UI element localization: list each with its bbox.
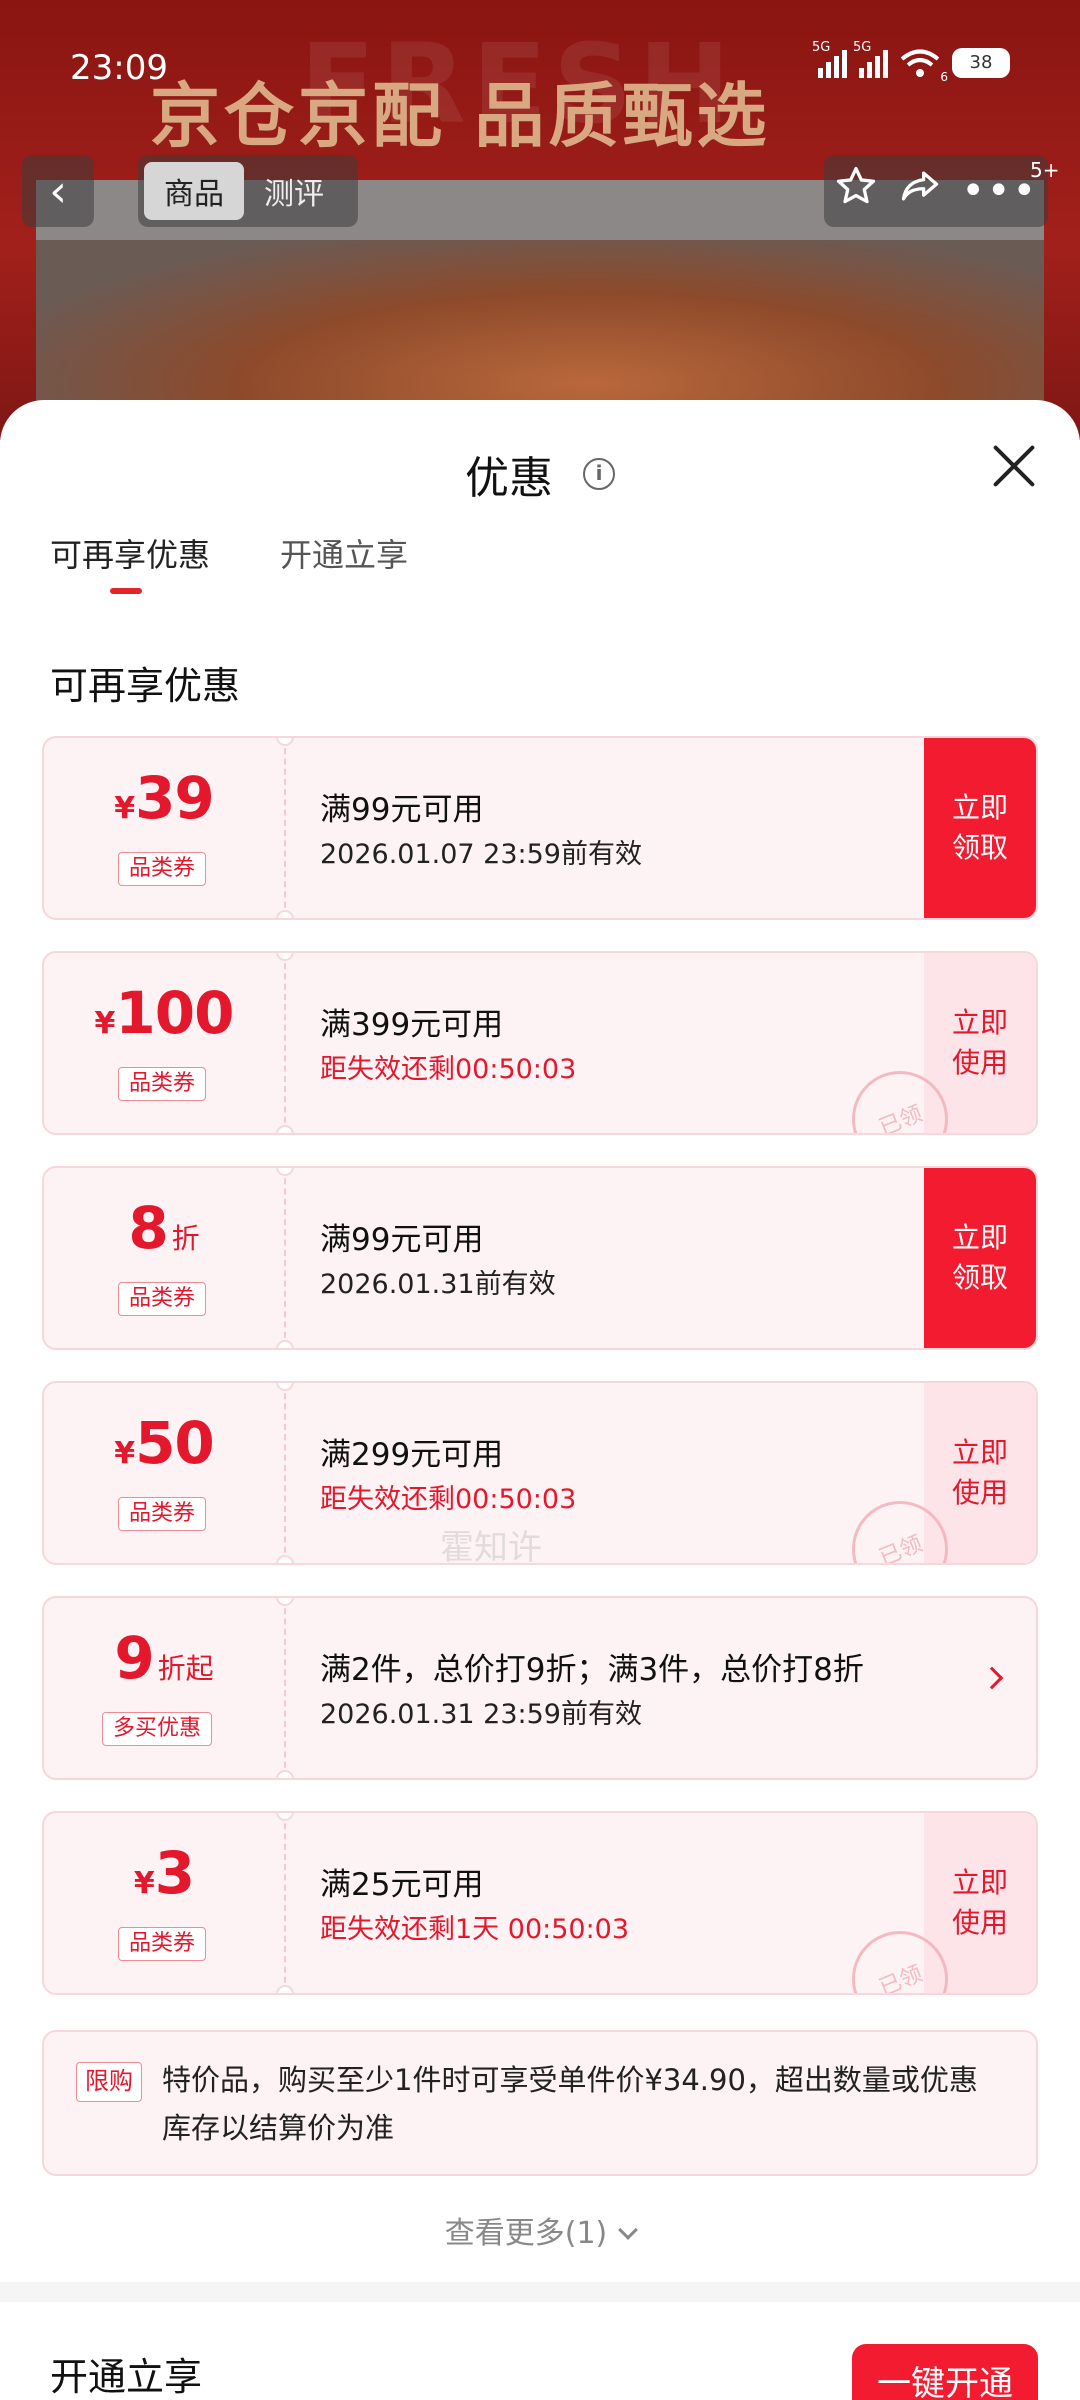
- coupon-amount: 8折: [44, 1194, 284, 1262]
- coupon-value: ¥100 品类券: [44, 953, 284, 1133]
- sheet-tabs: 可再享优惠 开通立享: [50, 530, 408, 602]
- use-button-label: 立即使用: [951, 1006, 1008, 1079]
- top-actions: •••: [824, 155, 1048, 227]
- open-benefits-title: 开通立享: [50, 2355, 203, 2399]
- chevron-right-icon: [980, 1666, 1004, 1690]
- coupon-card: ¥3 品类券 满25元可用 距失效还剩1天 00:50:03 立即使用 已领: [42, 1811, 1038, 1995]
- coupon-countdown: 距失效还剩00:50:03: [320, 1054, 577, 1085]
- coupon-card: ¥39 品类券 满99元可用 2026.01.07 23:59前有效 立即领取: [42, 736, 1038, 920]
- wifi-label: 6: [940, 70, 948, 84]
- coupon-condition: 满299元可用: [320, 1437, 504, 1473]
- coupon-condition: 满2件，总价打9折；满3件，总价打8折: [320, 1652, 864, 1688]
- coupon-countdown: 距失效还剩00:50:03: [320, 1484, 577, 1515]
- sheet-title-text: 优惠: [465, 453, 553, 504]
- coupon-type-tag: 品类券: [118, 1497, 207, 1531]
- coupon-value: ¥50 品类券: [44, 1383, 284, 1563]
- coupon-amount: ¥50: [44, 1409, 284, 1477]
- purchase-limit-notice: 限购 特价品，购买至少1件时可享受单件价¥34.90，超出数量或优惠库存以结算价…: [42, 2030, 1038, 2176]
- product-page-background: FRESH 京仓京配 品质甄选 23:09 5G 5G 6 38 ‹ 商品 测评…: [0, 0, 1080, 440]
- coupon-condition: 满399元可用: [320, 1007, 504, 1043]
- coupon-value: 9 折起 多买优惠: [44, 1598, 284, 1778]
- coupon-currency: ¥: [94, 1006, 116, 1041]
- coupon-condition: 满99元可用: [320, 1222, 484, 1258]
- see-more-label: 查看更多(1): [444, 2216, 608, 2251]
- one-click-open-button[interactable]: 一键开通: [852, 2344, 1038, 2400]
- close-button[interactable]: [990, 442, 1038, 490]
- coupon-number: 39: [135, 764, 215, 832]
- promo-banner: 京仓京配 品质甄选: [150, 75, 771, 157]
- more-badge: 5+: [1030, 158, 1060, 182]
- back-button[interactable]: ‹: [22, 155, 94, 227]
- coupon-number: 3: [154, 1839, 195, 1907]
- sheet-title: 优惠 i: [0, 442, 1080, 506]
- coupon-card: ¥100 品类券 满399元可用 距失效还剩00:50:03 立即使用 已领: [42, 951, 1038, 1135]
- coupon-type-tag: 品类券: [118, 852, 207, 886]
- star-icon[interactable]: [834, 164, 878, 218]
- back-icon: ‹: [49, 165, 67, 217]
- coupon-type-tag: 品类券: [118, 1927, 207, 1961]
- product-tab-switch: 商品 测评: [138, 155, 358, 227]
- claim-button[interactable]: 立即领取: [924, 738, 1036, 918]
- claim-button[interactable]: 立即领取: [924, 1168, 1036, 1348]
- coupon-number: 100: [115, 979, 234, 1047]
- use-button-label: 立即使用: [951, 1436, 1008, 1509]
- promotion-sheet: 优惠 i 可再享优惠 开通立享 可再享优惠 ¥39 品类券 满99元可用 202…: [0, 400, 1080, 2400]
- multibuy-offer-card[interactable]: 9 折起 多买优惠 满2件，总价打9折；满3件，总价打8折 2026.01.31 …: [42, 1596, 1038, 1780]
- network-label: 5G: [812, 40, 831, 55]
- coupon-amount: ¥39: [44, 764, 284, 832]
- chevron-down-icon: [618, 2220, 639, 2240]
- battery-icon: 38: [952, 48, 1010, 78]
- network-label: 5G: [853, 40, 872, 55]
- coupon-validity: 2026.01.31前有效: [320, 1269, 556, 1300]
- coupon-value: 8折 品类券: [44, 1168, 284, 1348]
- claim-button-label: 立即领取: [951, 1221, 1008, 1294]
- info-icon[interactable]: i: [583, 458, 615, 490]
- tab-available-offers[interactable]: 可再享优惠: [50, 530, 210, 602]
- tab-review[interactable]: 测评: [244, 162, 344, 220]
- wifi-icon: 6: [900, 48, 948, 84]
- section-divider: [0, 2282, 1080, 2302]
- watermark: 霍知许: [440, 1528, 542, 1568]
- coupon-number: 8: [128, 1194, 168, 1262]
- signal-icon: 5G: [812, 40, 847, 78]
- coupon-number: 50: [135, 1409, 215, 1477]
- signal-icon: 5G: [853, 40, 888, 78]
- more-icon[interactable]: •••: [961, 168, 1038, 214]
- tab-open-benefits[interactable]: 开通立享: [280, 530, 408, 602]
- coupon-suffix: 折起: [157, 1652, 214, 1685]
- share-icon[interactable]: [898, 164, 942, 218]
- tab-product[interactable]: 商品: [144, 162, 244, 220]
- coupon-value: ¥39 品类券: [44, 738, 284, 918]
- coupon-value: ¥3 品类券: [44, 1813, 284, 1993]
- coupon-currency: ¥: [133, 1866, 155, 1901]
- coupon-validity: 2026.01.31 23:59前有效: [320, 1699, 642, 1730]
- coupon-condition: 满25元可用: [320, 1867, 484, 1903]
- coupon-currency: ¥: [114, 1436, 136, 1471]
- screen: FRESH 京仓京配 品质甄选 23:09 5G 5G 6 38 ‹ 商品 测评…: [0, 0, 1080, 2400]
- coupon-amount: 9 折起: [44, 1624, 284, 1692]
- status-icons: 5G 5G 6 38: [812, 40, 1010, 84]
- section-title: 可再享优惠: [50, 664, 241, 708]
- coupon-type-tag: 品类券: [118, 1067, 207, 1101]
- coupon-condition: 满99元可用: [320, 792, 484, 828]
- coupon-type-tag: 品类券: [118, 1282, 207, 1316]
- coupon-type-tag: 多买优惠: [102, 1712, 213, 1746]
- use-button-label: 立即使用: [951, 1866, 1008, 1939]
- coupon-suffix: 折: [171, 1222, 200, 1255]
- coupon-card: 8折 品类券 满99元可用 2026.01.31前有效 立即领取: [42, 1166, 1038, 1350]
- status-time: 23:09: [70, 48, 168, 88]
- claim-button-label: 立即领取: [951, 791, 1008, 864]
- coupon-amount: ¥3: [44, 1839, 284, 1907]
- coupon-amount: ¥100: [44, 979, 284, 1047]
- coupon-number: 9: [114, 1624, 154, 1692]
- see-more-button[interactable]: 查看更多(1): [0, 2208, 1080, 2252]
- coupon-countdown: 距失效还剩1天 00:50:03: [320, 1914, 630, 1945]
- limit-tag: 限购: [76, 2062, 142, 2102]
- coupon-currency: ¥: [114, 791, 136, 826]
- limit-text: 特价品，购买至少1件时可享受单件价¥34.90，超出数量或优惠库存以结算价为准: [162, 2063, 978, 2145]
- coupon-validity: 2026.01.07 23:59前有效: [320, 839, 642, 870]
